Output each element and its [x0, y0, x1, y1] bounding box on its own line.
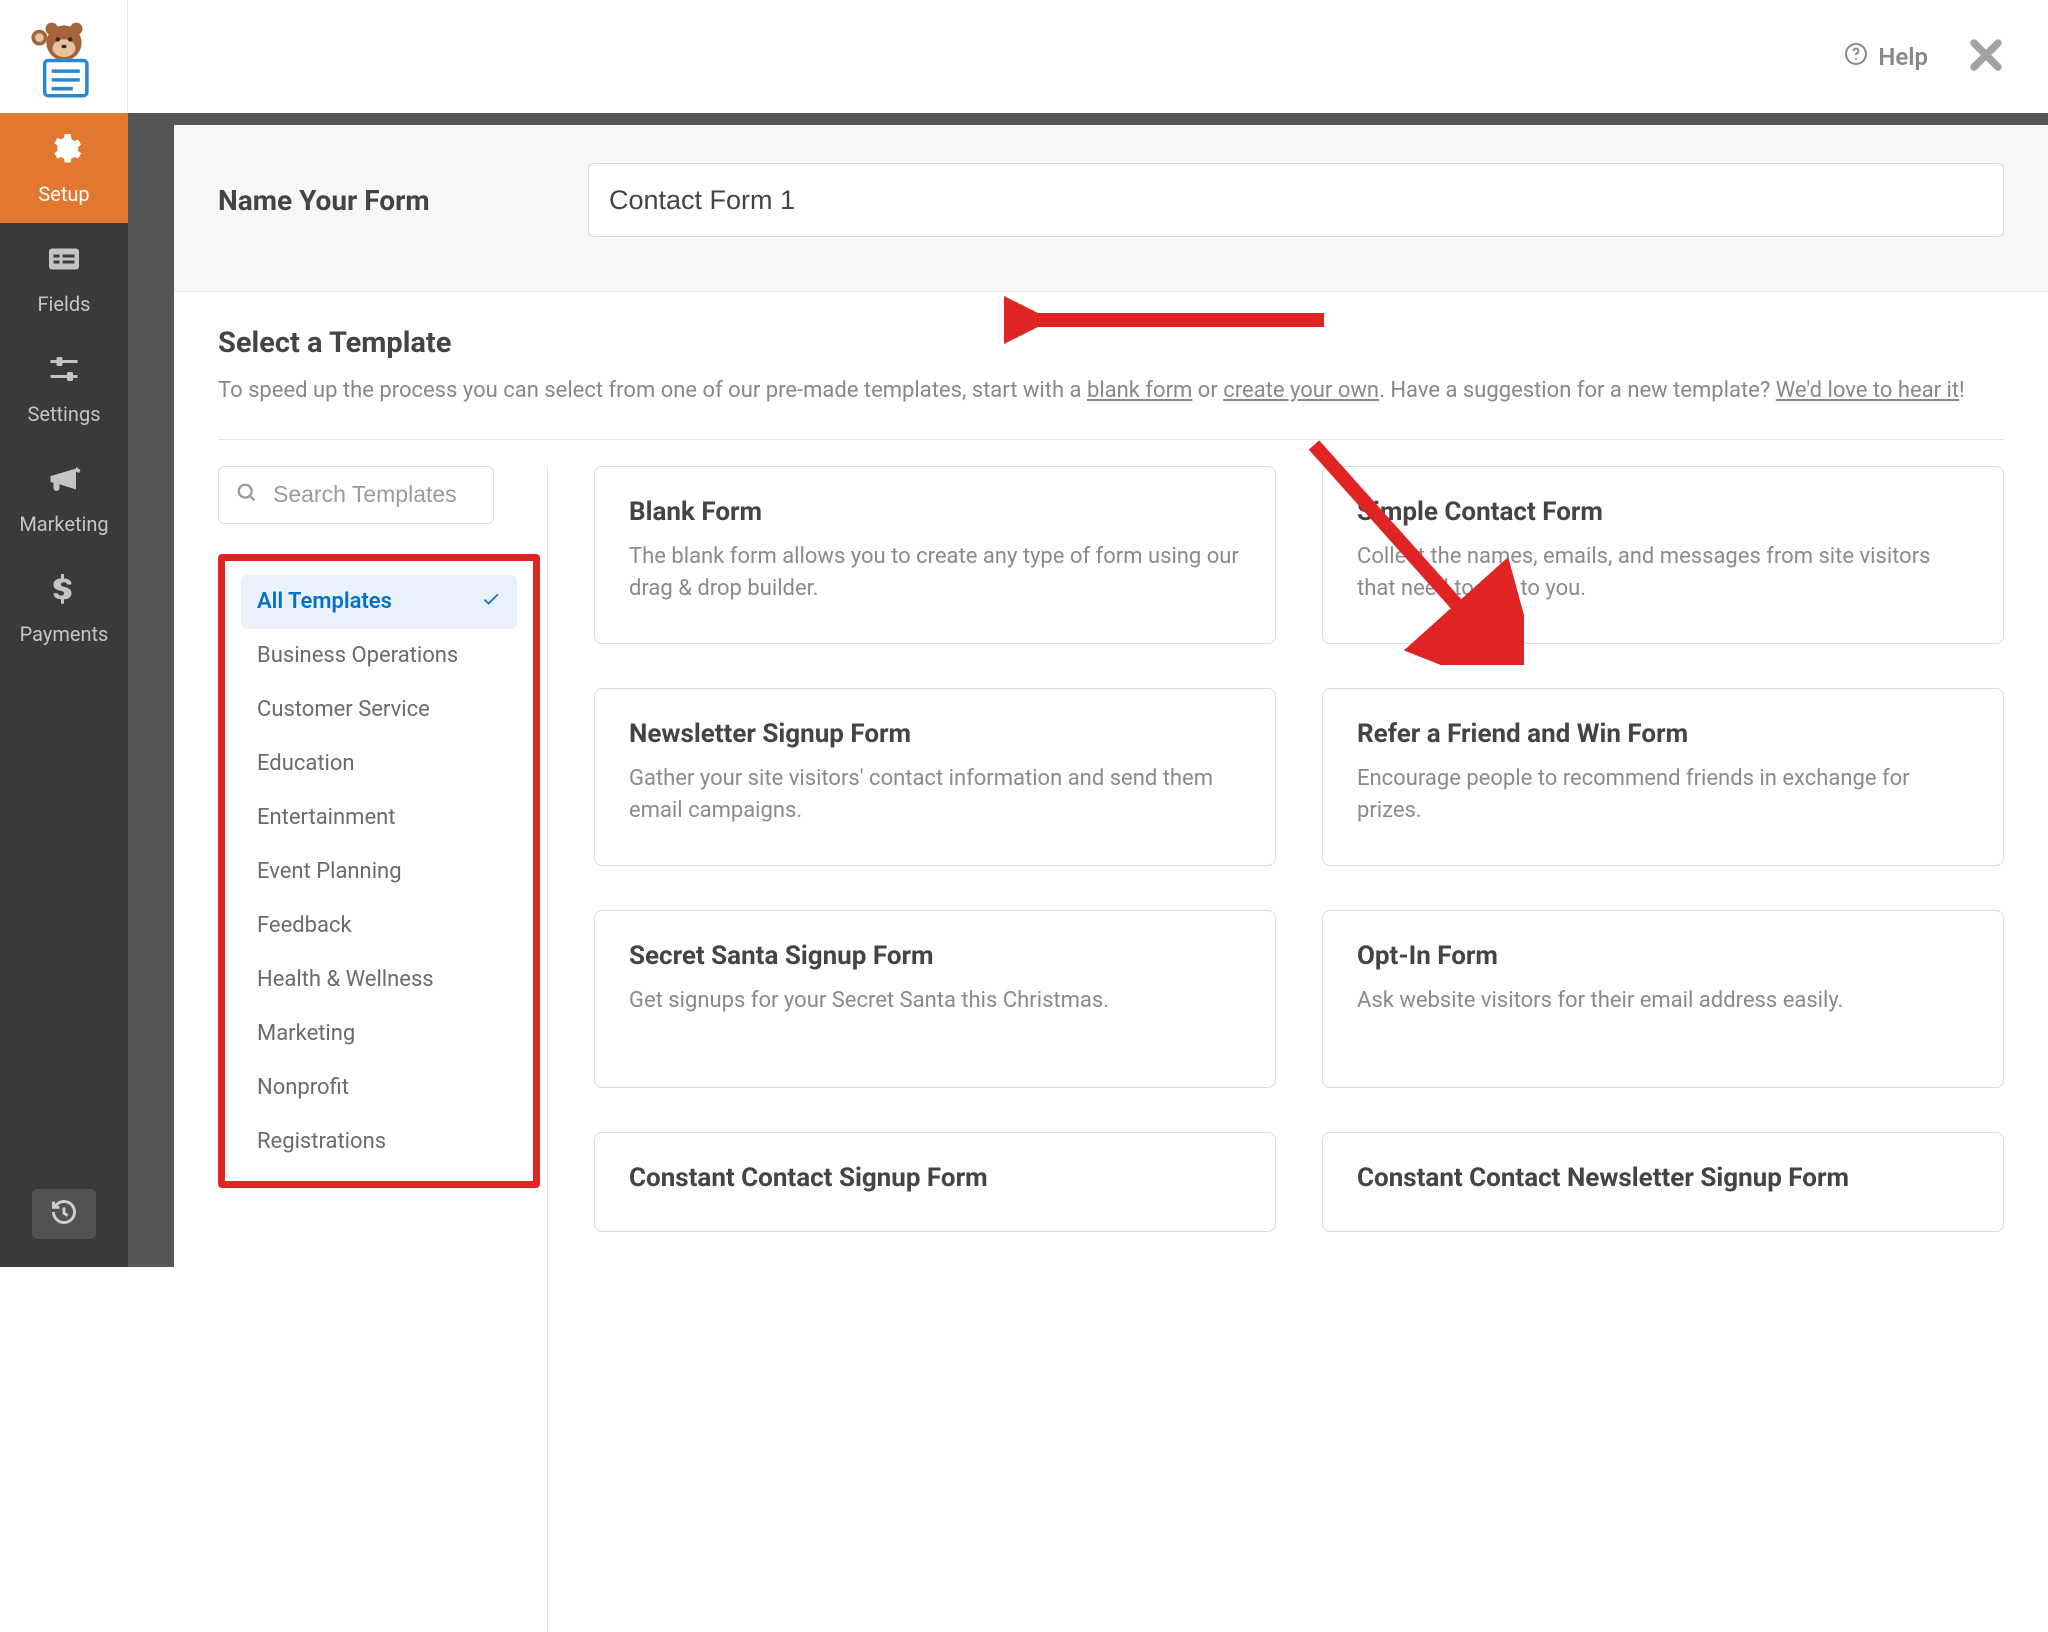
select-template-heading: Select a Template — [218, 326, 2004, 360]
template-title: Opt-In Form — [1357, 941, 1969, 971]
history-icon — [50, 1198, 78, 1230]
template-card-refer-a-friend[interactable]: Refer a Friend and Win Form Encourage pe… — [1322, 688, 2004, 866]
template-title: Secret Santa Signup Form — [629, 941, 1241, 971]
help-label: Help — [1878, 43, 1928, 71]
template-desc: Collect the names, emails, and messages … — [1357, 541, 1969, 605]
sidebar-item-marketing[interactable]: Marketing — [0, 443, 128, 553]
check-icon — [481, 589, 501, 615]
sidebar-item-label: Payments — [20, 622, 109, 646]
category-highlight-annotation: All Templates Business Operations Custom… — [218, 554, 540, 1188]
history-button[interactable] — [32, 1189, 96, 1239]
category-label: Registrations — [257, 1129, 386, 1154]
template-desc: Encourage people to recommend friends in… — [1357, 763, 1969, 827]
form-name-label: Name Your Form — [218, 184, 458, 217]
template-title: Newsletter Signup Form — [629, 719, 1241, 749]
form-name-input[interactable] — [588, 163, 2004, 237]
logo[interactable] — [0, 0, 128, 113]
category-event-planning[interactable]: Event Planning — [241, 845, 517, 899]
category-label: Event Planning — [257, 859, 402, 884]
template-desc: The blank form allows you to create any … — [629, 541, 1241, 605]
category-label: Entertainment — [257, 805, 395, 830]
category-label: Education — [257, 751, 355, 776]
category-business-operations[interactable]: Business Operations — [241, 629, 517, 683]
close-icon — [1968, 58, 2004, 77]
template-title: Simple Contact Form — [1357, 497, 1969, 527]
category-label: Marketing — [257, 1021, 355, 1046]
help-icon — [1844, 42, 1868, 72]
template-card-constant-contact-signup[interactable]: Constant Contact Signup Form — [594, 1132, 1276, 1232]
sidebar-item-label: Fields — [38, 292, 91, 316]
category-marketing[interactable]: Marketing — [241, 1007, 517, 1061]
select-template-subtext: To speed up the process you can select f… — [218, 376, 2004, 407]
category-label: Feedback — [257, 913, 352, 938]
template-card-blank-form[interactable]: Blank Form The blank form allows you to … — [594, 466, 1276, 644]
create-your-own-link[interactable]: create your own — [1223, 378, 1379, 403]
category-label: Nonprofit — [257, 1075, 349, 1100]
sidebar-item-fields[interactable]: Fields — [0, 223, 128, 333]
blank-form-link[interactable]: blank form — [1087, 378, 1192, 403]
sidebar-item-payments[interactable]: Payments — [0, 553, 128, 663]
template-desc: Ask website visitors for their email add… — [1357, 985, 1969, 1017]
sidebar-item-label: Marketing — [19, 512, 108, 536]
category-label: Business Operations — [257, 643, 458, 668]
category-label: Customer Service — [257, 697, 430, 722]
template-title: Constant Contact Newsletter Signup Form — [1357, 1163, 1969, 1193]
category-all-templates[interactable]: All Templates — [241, 575, 517, 629]
sliders-icon — [46, 351, 82, 392]
form-icon — [46, 241, 82, 282]
template-title: Refer a Friend and Win Form — [1357, 719, 1969, 749]
template-title: Constant Contact Signup Form — [629, 1163, 1241, 1193]
template-desc: Gather your site visitors' contact infor… — [629, 763, 1241, 827]
dollar-icon — [46, 571, 82, 612]
category-entertainment[interactable]: Entertainment — [241, 791, 517, 845]
close-button[interactable] — [1968, 37, 2004, 77]
help-link[interactable]: Help — [1844, 42, 1928, 72]
sidebar-item-label: Settings — [27, 402, 100, 426]
template-card-secret-santa[interactable]: Secret Santa Signup Form Get signups for… — [594, 910, 1276, 1088]
template-card-newsletter-signup-form[interactable]: Newsletter Signup Form Gather your site … — [594, 688, 1276, 866]
category-registrations[interactable]: Registrations — [241, 1115, 517, 1169]
template-card-simple-contact-form[interactable]: Simple Contact Form Collect the names, e… — [1322, 466, 2004, 644]
category-education[interactable]: Education — [241, 737, 517, 791]
template-desc: Get signups for your Secret Santa this C… — [629, 985, 1241, 1017]
suggestion-link[interactable]: We'd love to hear it — [1776, 378, 1959, 403]
search-icon — [236, 482, 258, 508]
builder-sidebar: Setup Fields Settings Marketing Payments — [0, 113, 128, 1267]
category-list: All Templates Business Operations Custom… — [225, 575, 533, 1169]
template-title: Blank Form — [629, 497, 1241, 527]
category-customer-service[interactable]: Customer Service — [241, 683, 517, 737]
category-label: Health & Wellness — [257, 967, 434, 992]
template-card-constant-contact-newsletter[interactable]: Constant Contact Newsletter Signup Form — [1322, 1132, 2004, 1232]
form-name-row: Name Your Form — [174, 125, 2048, 292]
bullhorn-icon — [46, 461, 82, 502]
category-feedback[interactable]: Feedback — [241, 899, 517, 953]
gear-icon — [46, 131, 82, 172]
category-label: All Templates — [257, 589, 392, 614]
template-card-opt-in-form[interactable]: Opt-In Form Ask website visitors for the… — [1322, 910, 2004, 1088]
template-search-input[interactable] — [218, 466, 494, 524]
category-nonprofit[interactable]: Nonprofit — [241, 1061, 517, 1115]
category-health-wellness[interactable]: Health & Wellness — [241, 953, 517, 1007]
divider — [218, 439, 2004, 440]
sidebar-item-setup[interactable]: Setup — [0, 113, 128, 223]
sidebar-item-settings[interactable]: Settings — [0, 333, 128, 443]
sidebar-item-label: Setup — [38, 182, 89, 206]
